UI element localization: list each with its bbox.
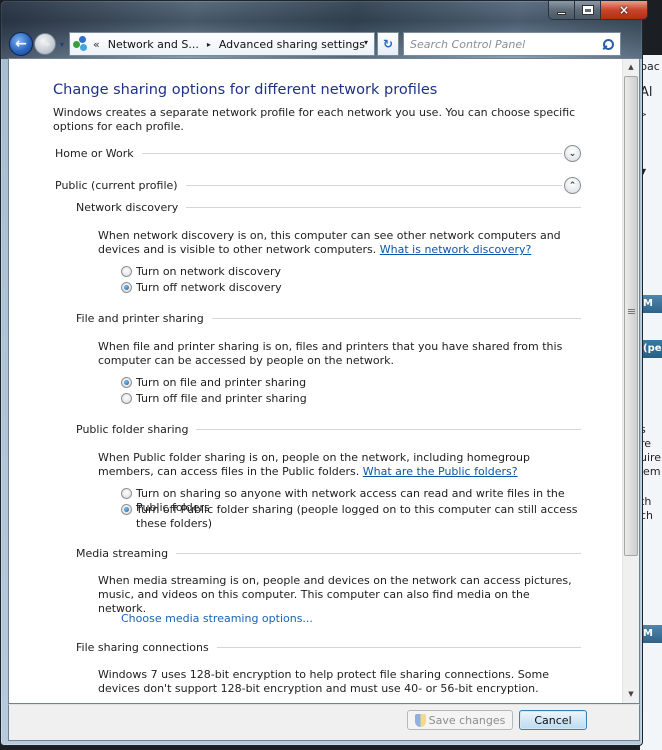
radio-turn-off-public-folder-sharing[interactable]: Turn off Public folder sharing (people l… [121, 503, 581, 531]
section-media-streaming: Media streaming [76, 547, 581, 560]
radio-turn-off-network-discovery[interactable]: Turn off network discovery [121, 281, 581, 295]
bg-text: re [640, 437, 652, 450]
scrollbar-thumb[interactable] [624, 76, 638, 556]
bg-text: ▼ [640, 167, 647, 176]
section-network-discovery: Network discovery [76, 201, 581, 214]
radio-turn-on-file-printer-sharing[interactable]: Turn on file and printer sharing [121, 376, 581, 390]
bg-text: lem [640, 465, 661, 478]
cancel-button[interactable]: Cancel [519, 710, 587, 730]
bg-text: s [640, 423, 662, 436]
dialog-footer: Save changes Cancel [8, 704, 640, 741]
minimize-button[interactable] [549, 1, 575, 19]
divider [176, 553, 581, 554]
divider [216, 647, 581, 648]
divider [211, 318, 581, 319]
maximize-button[interactable] [575, 1, 601, 19]
divider [141, 153, 562, 154]
address-dropdown-icon[interactable]: ▾ [364, 38, 368, 47]
network-discovery-description: When network discovery is on, this compu… [98, 229, 561, 256]
search-icon[interactable] [603, 38, 614, 50]
forward-button[interactable]: → [34, 33, 56, 55]
radio-button[interactable] [121, 266, 132, 277]
search-input[interactable]: Search Control Panel [403, 32, 621, 56]
back-arrow-icon: ← [15, 36, 27, 52]
section-heading: Network discovery [76, 201, 179, 214]
refresh-icon: ↻ [382, 37, 394, 51]
radio-button[interactable] [121, 488, 132, 499]
file-sharing-connections-description: Windows 7 uses 128-bit encryption to hel… [98, 668, 549, 695]
forward-arrow-icon: → [39, 37, 51, 51]
uac-shield-icon [414, 713, 426, 727]
profile-public[interactable]: Public (current profile) ⌃ [55, 177, 581, 194]
scroll-down-arrow-icon[interactable]: ▼ [623, 686, 639, 703]
breadcrumb-network-and-sharing[interactable]: Network and S... [108, 38, 199, 51]
media-streaming-description: When media streaming is on, people and d… [98, 574, 572, 615]
file-printer-description: When file and printer sharing is on, fil… [98, 340, 563, 367]
divider [186, 207, 581, 208]
media-streaming-options-wrap: Choose media streaming options... [121, 612, 601, 626]
section-public-folder-sharing: Public folder sharing [76, 423, 581, 436]
choose-media-streaming-options-link[interactable]: Choose media streaming options... [121, 612, 313, 625]
save-changes-button[interactable]: Save changes [407, 710, 513, 730]
section-file-printer-sharing: File and printer sharing [76, 312, 581, 325]
expand-chevron-down-icon[interactable]: ⌄ [564, 145, 581, 162]
radio-button-selected[interactable] [121, 504, 132, 515]
section-heading: File and printer sharing [76, 312, 204, 325]
content-pane: Change sharing options for different net… [8, 58, 640, 704]
divider [196, 429, 581, 430]
radio-button-selected[interactable] [121, 377, 132, 388]
close-button[interactable]: × [601, 1, 647, 19]
address-bar[interactable]: « Network and S... ▸ Advanced sharing se… [69, 32, 375, 56]
divider [185, 185, 562, 186]
profile-home-or-work[interactable]: Home or Work ⌄ [55, 145, 581, 162]
bg-text: uire [640, 451, 662, 464]
profile-label: Public (current profile) [55, 179, 178, 192]
maximize-icon [581, 5, 594, 15]
bg-text: ch [640, 509, 654, 522]
minimize-icon [557, 11, 566, 15]
what-are-public-folders-link[interactable]: What are the Public folders? [363, 465, 518, 478]
back-button[interactable]: ← [9, 32, 33, 56]
section-heading: Media streaming [76, 547, 169, 560]
profile-label: Home or Work [55, 147, 134, 160]
scroll-up-arrow-icon[interactable]: ▲ [623, 59, 639, 76]
background-window: pac Al > ▼ M (pe s re uire lem th ch M [640, 55, 662, 750]
section-file-sharing-connections: File sharing connections [76, 641, 581, 654]
bg-text: Al [640, 85, 653, 100]
bg-bar: (pe [640, 340, 662, 358]
page-title: Change sharing options for different net… [53, 82, 438, 98]
grip-icon [628, 309, 635, 315]
close-icon: × [618, 3, 630, 17]
breadcrumb-advanced-sharing[interactable]: Advanced sharing settings [219, 38, 365, 51]
network-center-icon [73, 36, 89, 52]
breadcrumb-overflow-button[interactable]: « [93, 38, 100, 51]
radio-button[interactable] [121, 393, 132, 404]
radio-turn-on-network-discovery[interactable]: Turn on network discovery [121, 265, 581, 279]
bg-bar: M [640, 295, 662, 313]
collapse-chevron-up-icon[interactable]: ⌃ [564, 177, 581, 194]
what-is-network-discovery-link[interactable]: What is network discovery? [380, 243, 532, 256]
vertical-scrollbar[interactable]: ▲ ▼ [622, 59, 639, 703]
caption-buttons: × [548, 1, 648, 20]
search-placeholder: Search Control Panel [410, 37, 526, 51]
public-folder-description: When Public folder sharing is on, people… [98, 451, 530, 478]
navigation-bar: ← → ▾ « Network and S... ▸ Advanced shar… [9, 31, 634, 57]
intro-text: Windows creates a separate network profi… [53, 106, 576, 133]
section-heading: Public folder sharing [76, 423, 189, 436]
bg-text: > [640, 110, 647, 119]
radio-turn-off-file-printer-sharing[interactable]: Turn off file and printer sharing [121, 392, 581, 406]
section-heading: File sharing connections [76, 641, 209, 654]
bg-text: th [640, 495, 652, 508]
bg-text: pac [640, 60, 660, 73]
breadcrumb-separator-icon[interactable]: ▸ [207, 40, 211, 49]
chevron-down-icon: ▾ [59, 39, 64, 49]
refresh-button[interactable]: ↻ [377, 32, 399, 56]
radio-button-selected[interactable] [121, 282, 132, 293]
bg-bar: M [640, 625, 662, 643]
recent-pages-button[interactable]: ▾ [57, 40, 67, 49]
